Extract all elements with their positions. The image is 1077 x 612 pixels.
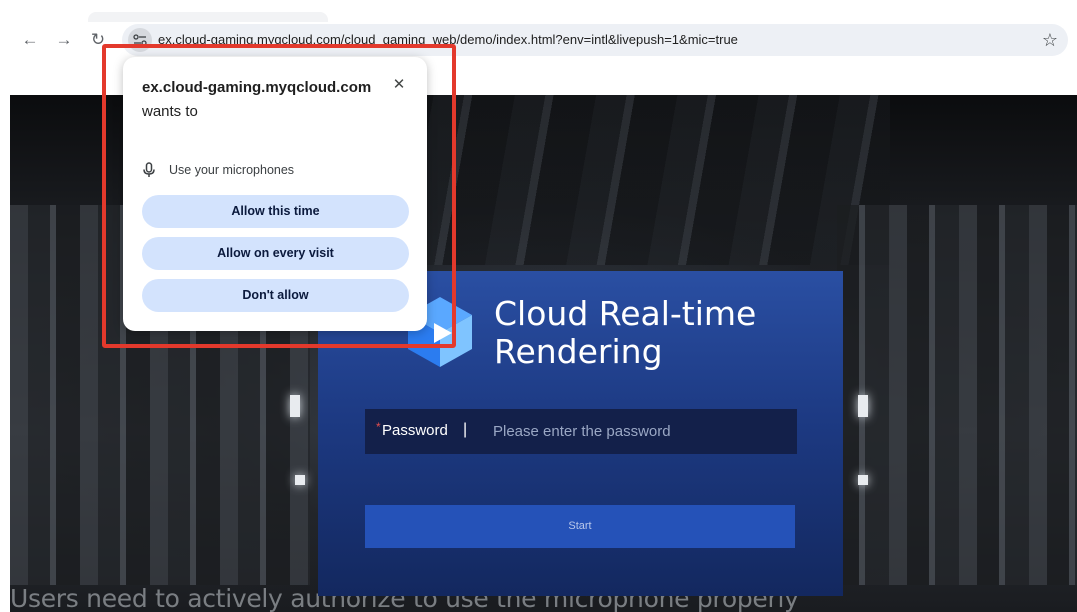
- background-light: [295, 475, 305, 485]
- background-right-wall: [837, 205, 1077, 585]
- password-field: * Password |: [365, 409, 797, 454]
- allow-this-time-button[interactable]: Allow this time: [142, 195, 409, 228]
- site-info-icon[interactable]: [128, 28, 152, 52]
- permission-popup: ex.cloud-gaming.myqcloud.com wants to ✕ …: [123, 57, 427, 331]
- url-text[interactable]: ex.cloud-gaming.myqcloud.com/cloud_gamin…: [158, 32, 738, 47]
- popup-site: ex.cloud-gaming.myqcloud.com: [142, 79, 372, 96]
- reload-icon[interactable]: ↻: [86, 28, 110, 52]
- active-tab[interactable]: [88, 12, 328, 22]
- password-input[interactable]: [493, 417, 783, 445]
- field-separator: |: [463, 421, 468, 438]
- app-title-line2: Rendering: [494, 332, 663, 371]
- background-light: [858, 475, 868, 485]
- background-light: [290, 395, 300, 417]
- permission-text: Use your microphones: [169, 163, 295, 177]
- required-mark: *: [376, 420, 381, 434]
- address-bar[interactable]: ex.cloud-gaming.myqcloud.com/cloud_gamin…: [122, 24, 1068, 56]
- dont-allow-button[interactable]: Don't allow: [142, 279, 409, 312]
- app-title-line1: Cloud Real-time: [494, 294, 757, 333]
- star-icon[interactable]: ☆: [1042, 30, 1058, 50]
- allow-every-visit-button[interactable]: Allow on every visit: [142, 237, 409, 270]
- app-title: Cloud Real-time Rendering: [494, 295, 756, 371]
- password-label: Password: [382, 422, 448, 439]
- close-icon[interactable]: ✕: [389, 75, 409, 95]
- start-button[interactable]: Start: [365, 505, 795, 548]
- popup-title: ex.cloud-gaming.myqcloud.com wants to: [142, 76, 382, 124]
- background-light: [858, 395, 868, 417]
- microphone-icon: [143, 162, 155, 177]
- back-arrow-icon[interactable]: ←: [18, 28, 42, 52]
- popup-title-suffix: wants to: [142, 103, 198, 120]
- forward-arrow-icon[interactable]: →: [52, 28, 76, 52]
